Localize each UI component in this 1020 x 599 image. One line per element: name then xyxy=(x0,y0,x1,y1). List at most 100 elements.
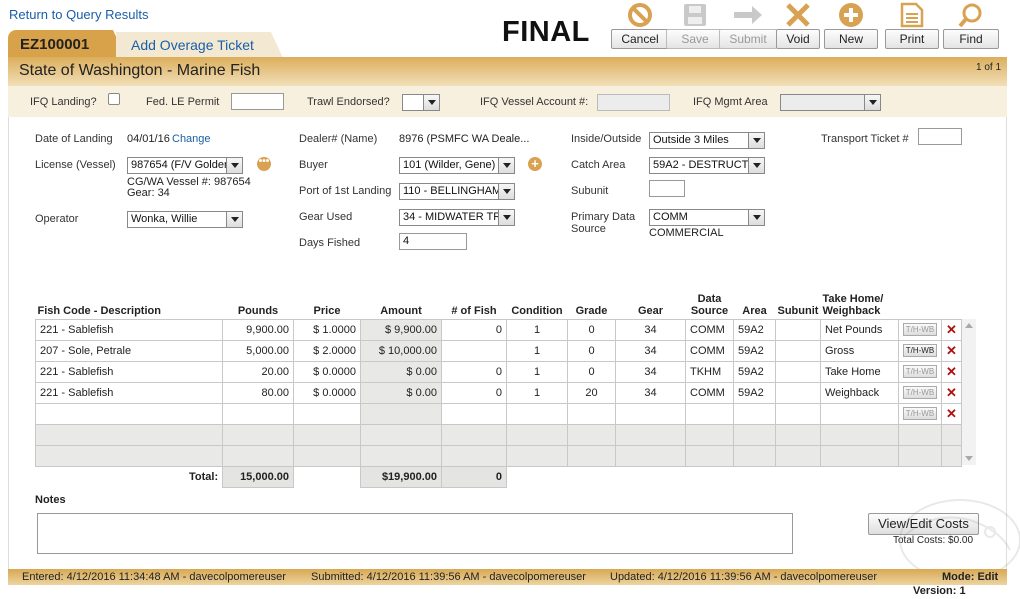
tab-add-overage-ticket[interactable]: Add Overage Ticket xyxy=(116,32,283,58)
find-button[interactable]: Find xyxy=(943,3,999,49)
cell-grade[interactable]: 0 xyxy=(567,360,616,383)
ifq-vessel-account-input[interactable] xyxy=(597,94,670,111)
take-home-weighback-button[interactable]: T/H-WB xyxy=(902,365,937,378)
cell-blank[interactable] xyxy=(35,402,223,425)
table-row[interactable]: 221 - Sablefish 80.00 $ 0.0000 $ 0.00 0 1 20 34… xyxy=(35,381,962,404)
cell-condition[interactable]: 1 xyxy=(506,339,568,362)
notes-textarea[interactable] xyxy=(37,513,793,554)
cell-blank[interactable] xyxy=(615,402,686,425)
cell-blank[interactable] xyxy=(775,402,821,425)
cell-condition[interactable]: 1 xyxy=(506,381,568,404)
cell-take-home[interactable]: Net Pounds xyxy=(819,318,899,341)
save-button[interactable]: Save xyxy=(666,4,724,49)
cell-grade[interactable]: 20 xyxy=(567,381,616,404)
cell-blank[interactable] xyxy=(441,402,507,425)
cell-fish[interactable]: 221 - Sablefish xyxy=(35,381,223,404)
delete-row-icon[interactable]: ✕ xyxy=(946,343,957,358)
cell-condition[interactable]: 1 xyxy=(506,360,568,383)
cell-subunit[interactable] xyxy=(775,339,821,362)
new-button[interactable]: New xyxy=(824,3,878,49)
cell-source[interactable]: COMM xyxy=(685,318,734,341)
cell-amount[interactable]: $ 0.00 xyxy=(360,381,442,404)
cell-num-fish[interactable]: 0 xyxy=(441,381,507,404)
cell-pounds[interactable]: 5,000.00 xyxy=(222,339,294,362)
return-to-query-link[interactable]: Return to Query Results xyxy=(9,7,148,22)
delete-row-icon[interactable]: ✕ xyxy=(946,385,957,400)
cell-blank[interactable] xyxy=(733,402,776,425)
void-button[interactable]: Void xyxy=(776,3,820,49)
delete-row-icon[interactable]: ✕ xyxy=(946,364,957,379)
add-buyer-icon[interactable]: + xyxy=(528,157,542,171)
license-vessel-select[interactable]: 987654 (F/V Golden xyxy=(127,157,243,174)
cell-gear[interactable]: 34 xyxy=(615,360,686,383)
cell-blank[interactable] xyxy=(567,402,616,425)
cell-take-home[interactable]: Take Home xyxy=(819,360,899,383)
print-button[interactable]: Print xyxy=(885,2,939,49)
catch-area-select[interactable]: 59A2 - DESTRUCTI xyxy=(649,157,765,174)
buyer-select[interactable]: 101 (Wilder, Gene) xyxy=(399,157,515,174)
change-date-link[interactable]: Change xyxy=(172,133,211,145)
gear-used-select[interactable]: 34 - MIDWATER TR xyxy=(399,209,515,226)
cell-price[interactable]: $ 0.0000 xyxy=(293,360,361,383)
cell-blank[interactable] xyxy=(293,402,361,425)
cell-price[interactable]: $ 1.0000 xyxy=(293,318,361,341)
table-row[interactable]: 207 - Sole, Petrale 5,000.00 $ 2.0000 $ 10,… xyxy=(35,339,962,362)
cell-blank[interactable] xyxy=(685,402,734,425)
cell-blank[interactable] xyxy=(819,402,899,425)
cell-area[interactable]: 59A2 xyxy=(733,360,776,383)
operator-select[interactable]: Wonka, Willie xyxy=(127,211,243,228)
subunit-input[interactable] xyxy=(649,180,685,197)
cell-subunit[interactable] xyxy=(775,381,821,404)
cell-subunit[interactable] xyxy=(775,318,821,341)
cell-blank[interactable] xyxy=(222,402,294,425)
delete-row-icon[interactable]: ✕ xyxy=(946,406,957,421)
cell-grade[interactable]: 0 xyxy=(567,339,616,362)
table-row[interactable]: 221 - Sablefish 9,900.00 $ 1.0000 $ 9,900.0… xyxy=(35,318,962,341)
trawl-endorsed-select[interactable] xyxy=(402,94,440,111)
table-row-blank[interactable]: T/H-WB ✕ xyxy=(35,402,962,425)
take-home-weighback-button[interactable]: T/H-WB xyxy=(902,386,937,399)
cell-amount[interactable]: $ 10,000.00 xyxy=(360,339,442,362)
ifq-mgmt-area-select[interactable] xyxy=(780,94,881,111)
cell-blank[interactable] xyxy=(360,402,442,425)
fed-permit-input[interactable] xyxy=(231,93,284,110)
cell-area[interactable]: 59A2 xyxy=(733,339,776,362)
cell-num-fish[interactable] xyxy=(441,339,507,362)
port-select[interactable]: 110 - BELLINGHAM xyxy=(399,183,515,200)
more-options-icon[interactable]: ••• xyxy=(257,157,271,171)
primary-data-source-select[interactable]: COMM xyxy=(649,209,765,226)
take-home-weighback-button[interactable]: T/H-WB xyxy=(902,407,937,420)
cell-fish[interactable]: 221 - Sablefish xyxy=(35,360,223,383)
grid-scrollbar[interactable] xyxy=(962,319,976,465)
cell-subunit[interactable] xyxy=(775,360,821,383)
take-home-weighback-button[interactable]: T/H-WB xyxy=(902,344,937,357)
cell-fish[interactable]: 207 - Sole, Petrale xyxy=(35,339,223,362)
cell-pounds[interactable]: 20.00 xyxy=(222,360,294,383)
cell-condition[interactable]: 1 xyxy=(506,318,568,341)
inside-outside-select[interactable]: Outside 3 Miles xyxy=(649,132,765,149)
tab-ticket-number[interactable]: EZ100001 xyxy=(8,30,127,60)
cell-blank[interactable] xyxy=(506,402,568,425)
cell-num-fish[interactable]: 0 xyxy=(441,318,507,341)
cell-amount[interactable]: $ 9,900.00 xyxy=(360,318,442,341)
cell-gear[interactable]: 34 xyxy=(615,381,686,404)
cell-take-home[interactable]: Weighback xyxy=(819,381,899,404)
cell-gear[interactable]: 34 xyxy=(615,339,686,362)
cell-area[interactable]: 59A2 xyxy=(733,318,776,341)
cell-grade[interactable]: 0 xyxy=(567,318,616,341)
cell-source[interactable]: TKHM xyxy=(685,360,734,383)
submit-button[interactable]: Submit xyxy=(719,4,777,49)
cell-price[interactable]: $ 2.0000 xyxy=(293,339,361,362)
cell-pounds[interactable]: 9,900.00 xyxy=(222,318,294,341)
cell-num-fish[interactable]: 0 xyxy=(441,360,507,383)
table-row[interactable]: 221 - Sablefish 20.00 $ 0.0000 $ 0.00 0 1 0 34 T… xyxy=(35,360,962,383)
scroll-up-icon[interactable] xyxy=(965,323,973,328)
delete-row-icon[interactable]: ✕ xyxy=(946,322,957,337)
cell-area[interactable]: 59A2 xyxy=(733,381,776,404)
cell-gear[interactable]: 34 xyxy=(615,318,686,341)
cell-fish[interactable]: 221 - Sablefish xyxy=(35,318,223,341)
cell-price[interactable]: $ 0.0000 xyxy=(293,381,361,404)
scroll-down-icon[interactable] xyxy=(965,456,973,461)
cell-take-home[interactable]: Gross xyxy=(819,339,899,362)
take-home-weighback-button[interactable]: T/H-WB xyxy=(902,323,937,336)
